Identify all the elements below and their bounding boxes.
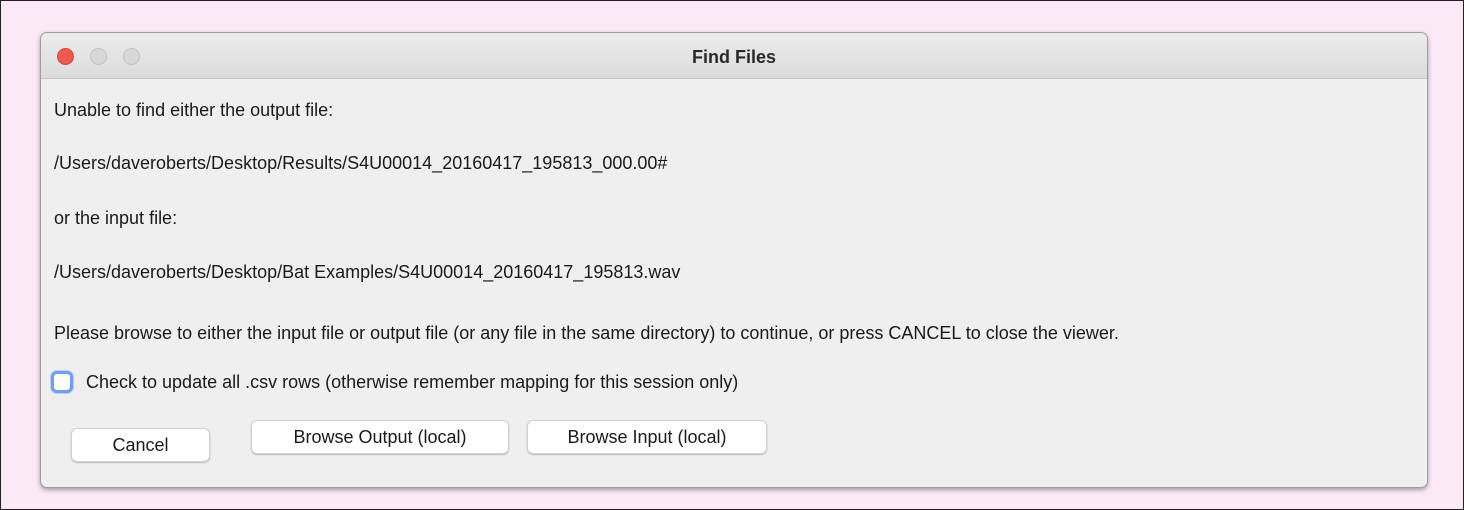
instructions-text: Please browse to either the input file o… — [54, 323, 1119, 343]
title-bar[interactable]: Find Files — [41, 33, 1427, 79]
browse-input-button[interactable]: Browse Input (local) — [527, 420, 767, 454]
browse-output-button[interactable]: Browse Output (local) — [251, 420, 509, 454]
update-csv-checkbox[interactable] — [51, 371, 73, 393]
cancel-button[interactable]: Cancel — [71, 428, 210, 462]
message-line-input-intro: or the input file: — [54, 208, 178, 228]
message-line-output-intro: Unable to find either the output file: — [54, 100, 334, 120]
input-file-path: /Users/daveroberts/Desktop/Bat Examples/… — [54, 262, 681, 282]
output-file-path: /Users/daveroberts/Desktop/Results/S4U00… — [54, 153, 668, 173]
update-csv-checkbox-row[interactable]: Check to update all .csv rows (otherwise… — [51, 369, 738, 395]
update-csv-checkbox-label[interactable]: Check to update all .csv rows (otherwise… — [86, 372, 738, 393]
find-files-dialog: Find Files Unable to find either the out… — [40, 32, 1428, 488]
window-title: Find Files — [691, 47, 776, 67]
